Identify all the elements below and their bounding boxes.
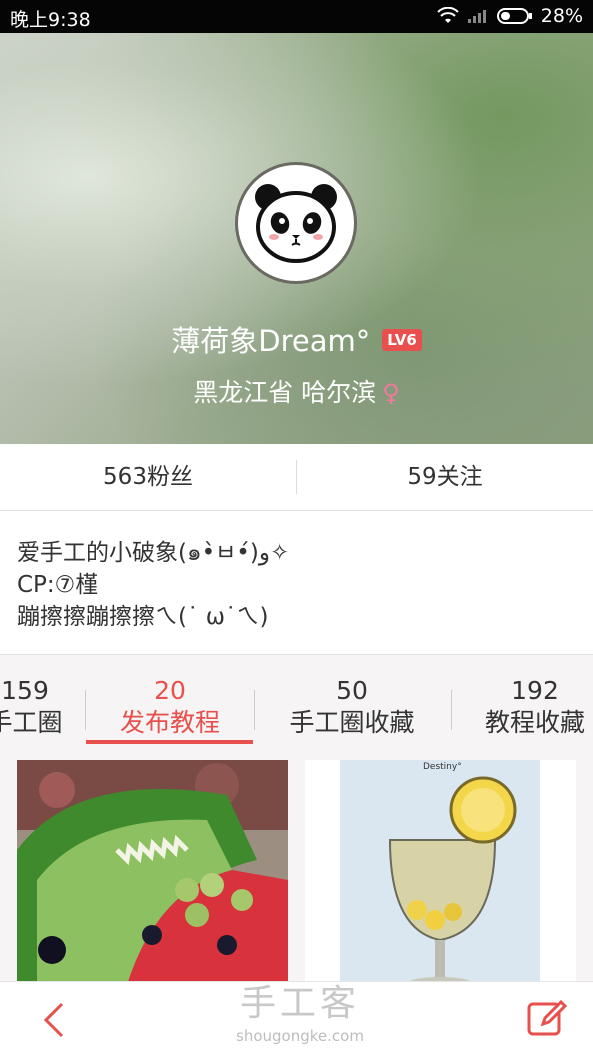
tutorial-card[interactable]: Destiny°	[305, 760, 576, 985]
location-row: 黑龙江省 哈尔滨 ♀	[0, 373, 593, 409]
bio-line-3: 蹦擦擦蹦擦擦ㄟ(˙ ω˙ㄟ)	[17, 604, 269, 630]
bio-line-2: CP:⑦槿	[17, 572, 99, 598]
watermelon-photo	[17, 760, 288, 985]
fans-count[interactable]: 563粉丝	[0, 444, 296, 510]
female-icon: ♀	[382, 379, 400, 407]
watermark-url: shougongke.com	[236, 1027, 364, 1045]
tab-label: 手工圈收藏	[289, 708, 415, 737]
username: 薄荷象Dream°	[171, 324, 371, 358]
profile-header: 薄荷象Dream° LV6 黑龙江省 哈尔滨 ♀	[0, 33, 593, 444]
tab-count: 50	[336, 676, 368, 705]
edit-icon[interactable]	[525, 996, 569, 1040]
status-bar: 晚上9:38 28%	[0, 0, 593, 33]
card-caption: Destiny°	[423, 762, 462, 772]
signal-icon	[467, 10, 486, 23]
battery-icon	[496, 8, 532, 24]
tab-tutorial-favorites[interactable]: 192 教程收藏	[450, 676, 593, 740]
avatar[interactable]	[235, 162, 357, 284]
stats-bar: 563粉丝 59关注	[0, 444, 593, 511]
bottom-bar: 手工客 shougongke.com	[0, 981, 593, 1055]
following-count[interactable]: 59关注	[297, 444, 593, 510]
tab-count: 192	[511, 676, 559, 705]
tab-label: 教程收藏	[484, 708, 585, 737]
tab-label: 发布教程	[119, 708, 220, 737]
tab-published-tutorials[interactable]: 20 发布教程	[85, 676, 255, 740]
bio-section: 爱手工的小破象(๑•̀ㅂ•́)و✧ CP:⑦槿 蹦擦擦蹦擦擦ㄟ(˙ ω˙ㄟ)	[0, 511, 593, 655]
watermark-brand: 手工客	[239, 983, 360, 1024]
location: 黑龙江省 哈尔滨	[193, 378, 377, 407]
level-badge: LV6	[382, 329, 422, 351]
username-row: 薄荷象Dream° LV6	[0, 318, 593, 360]
battery-percent: 28%	[540, 5, 583, 27]
wifi-icon	[437, 7, 459, 23]
tab-count: 20	[154, 676, 186, 705]
status-time: 晚上9:38	[10, 9, 91, 31]
status-right: 28%	[437, 5, 583, 27]
back-arrow-icon[interactable]	[36, 1000, 72, 1040]
tutorial-card[interactable]	[17, 760, 288, 985]
lemon-drink-illustration	[305, 760, 576, 985]
panda-avatar-icon	[255, 184, 337, 263]
site-watermark: 手工客 shougongke.com	[200, 982, 400, 1046]
tab-circle-favorites[interactable]: 50 手工圈收藏	[267, 676, 437, 740]
tab-separator	[254, 690, 255, 730]
